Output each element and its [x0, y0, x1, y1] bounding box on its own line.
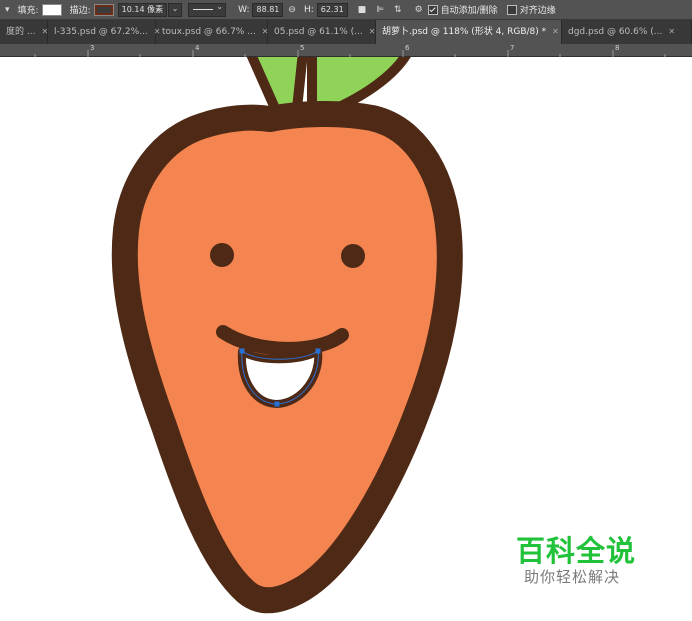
width-field[interactable]: 88.81	[252, 2, 284, 17]
ruler-number: 3	[90, 44, 95, 52]
auto-add-delete-label: 自动添加/删除	[440, 6, 498, 16]
tab-doc-2[interactable]: toux.psd @ 66.7% ... ✕	[156, 20, 269, 44]
tab-label: 05.psd @ 61.1% (...	[274, 27, 363, 37]
tab-doc-1[interactable]: l-335.psd @ 67.2%... ✕	[48, 20, 161, 44]
path-operations-icon[interactable]: ■	[358, 5, 367, 15]
close-icon[interactable]: ✕	[668, 20, 675, 44]
ruler-number: 6	[405, 44, 410, 52]
tab-doc-5[interactable]: dgd.psd @ 60.6% (... ✕	[562, 20, 692, 44]
align-edges-checkbox[interactable]	[506, 4, 517, 15]
height-field[interactable]: 62.31	[316, 2, 348, 17]
tab-doc-active[interactable]: 胡萝卜.psd @ 118% (形状 4, RGB/8) * ✕	[376, 20, 562, 44]
anchor-point[interactable]	[315, 348, 321, 354]
watermark-subtitle: 助你轻松解决	[524, 568, 621, 586]
tab-label: 度的 ...	[6, 27, 36, 37]
ruler-number: 8	[615, 44, 620, 52]
tab-label: 胡萝卜.psd @ 118% (形状 4, RGB/8) *	[382, 27, 547, 37]
ruler-ticks	[34, 50, 666, 57]
carrot-eye-right	[341, 244, 365, 268]
path-arrangement-icon[interactable]: ⇅	[394, 5, 402, 15]
width-label: W:	[238, 4, 250, 15]
close-icon[interactable]: ✕	[552, 20, 559, 44]
ruler-number: 7	[510, 44, 515, 52]
auto-add-delete-checkbox[interactable]	[427, 4, 438, 15]
tab-label: l-335.psd @ 67.2%...	[54, 27, 148, 37]
tool-dropdown-icon[interactable]: ▾	[5, 5, 10, 15]
stroke-color-swatch[interactable]	[93, 3, 114, 16]
gear-icon[interactable]: ⚙	[415, 5, 423, 15]
link-icon[interactable]: ⊖	[288, 5, 296, 15]
anchor-point[interactable]	[239, 348, 245, 354]
ruler-number: 4	[195, 44, 200, 52]
close-icon[interactable]: ✕	[369, 20, 376, 44]
path-alignment-icon[interactable]: ⊫	[376, 5, 384, 15]
fill-label: 填充:	[17, 6, 39, 16]
stroke-width-field[interactable]: 10.14 像素	[117, 2, 168, 17]
anchor-point[interactable]	[274, 401, 280, 407]
tab-label: dgd.psd @ 60.6% (...	[568, 27, 663, 37]
tab-doc-3[interactable]: 05.psd @ 61.1% (... ✕	[268, 20, 376, 44]
height-label: H:	[303, 4, 314, 15]
align-edges-label: 对齐边缘	[519, 6, 556, 16]
horizontal-ruler[interactable]: 3 4 5 6 7 8	[0, 44, 692, 57]
document-tabs-bar: 度的 ... ✕ l-335.psd @ 67.2%... ✕ toux.psd @…	[0, 20, 692, 44]
stroke-label: 描边:	[69, 6, 91, 16]
stroke-style-dropdown[interactable]	[188, 2, 227, 17]
ruler-number: 5	[300, 44, 305, 52]
tab-doc-0[interactable]: 度的 ... ✕	[0, 20, 48, 44]
tab-label: toux.psd @ 66.7% ...	[162, 27, 256, 37]
stroke-width-dropdown[interactable]: ⌄	[168, 2, 183, 17]
carrot-eye-left	[210, 243, 234, 267]
fill-color-swatch[interactable]	[41, 3, 62, 16]
options-bar: ▾ 填充: 描边: 10.14 像素 ⌄ W: 88.81 ⊖ H: 62.31…	[0, 0, 692, 20]
watermark-title: 百科全说	[516, 534, 637, 568]
